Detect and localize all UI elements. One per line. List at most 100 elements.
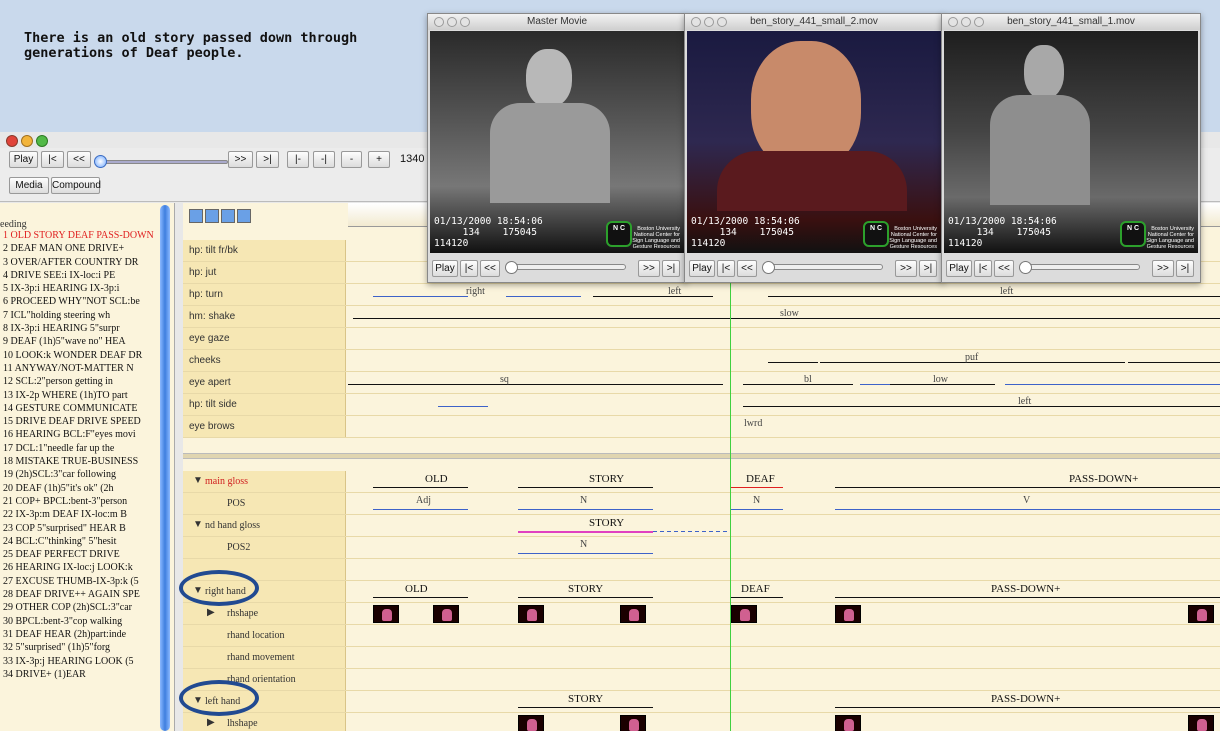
tier-divider[interactable]: [183, 453, 1220, 459]
handshape-image[interactable]: [518, 715, 544, 731]
utterance-item[interactable]: 6 PROCEED WHY"NOT SCL:be: [0, 295, 162, 308]
utterance-item[interactable]: 9 DEAF (1h)5"wave no" HEA: [0, 335, 162, 348]
handshape-image[interactable]: [835, 605, 861, 623]
handshape-image[interactable]: [373, 605, 399, 623]
utterance-item[interactable]: 15 DRIVE DEAF DRIVE SPEED: [0, 415, 162, 428]
close-icon[interactable]: [948, 17, 958, 27]
step-forward-button[interactable]: >>: [228, 151, 253, 168]
list-scrollbar[interactable]: [160, 205, 170, 731]
video-frame[interactable]: 01/13/2000 18:54:06 134 175045 114120 N …: [430, 31, 684, 253]
movie-window-small-1[interactable]: ben_story_441_small_1.mov 01/13/2000 18:…: [941, 13, 1201, 283]
segment-end-button[interactable]: -|: [313, 151, 335, 168]
video-frame[interactable]: 01/13/2000 18:54:06 134 175045 114120 N …: [687, 31, 941, 253]
tab-media[interactable]: Media: [9, 177, 49, 194]
annotation-span[interactable]: [743, 406, 1220, 407]
utterance-item[interactable]: 5 IX-3p:i HEARING IX-3p:i: [0, 282, 162, 295]
pos-span[interactable]: [731, 509, 783, 510]
pos-span[interactable]: [518, 553, 653, 554]
gloss-span[interactable]: [518, 487, 653, 488]
tier-lhshape[interactable]: lhshape ▶: [183, 713, 1220, 731]
go-to-end-button[interactable]: >|: [1176, 260, 1194, 277]
go-to-end-button[interactable]: >|: [919, 260, 937, 277]
annotation-span[interactable]: [768, 362, 818, 363]
decrement-button[interactable]: -: [341, 151, 362, 168]
tier-pos2[interactable]: POS2 N: [183, 537, 1220, 559]
annotation-span[interactable]: [860, 384, 890, 385]
gloss-span[interactable]: [518, 531, 653, 533]
utterance-item[interactable]: 4 DRIVE SEE:i IX-loc:i PE: [0, 269, 162, 282]
utterance-item[interactable]: 23 COP 5"surprised" HEAR B: [0, 522, 162, 535]
utterance-item[interactable]: 28 DEAF DRIVE++ AGAIN SPE: [0, 588, 162, 601]
tier-cheeks[interactable]: cheeks puf: [183, 350, 1220, 372]
person-icon[interactable]: [189, 209, 203, 223]
handshape-image[interactable]: [620, 605, 646, 623]
tier-rhshape[interactable]: rhshape ▶: [183, 603, 1220, 625]
utterance-item[interactable]: 2 DEAF MAN ONE DRIVE+: [0, 242, 162, 255]
increment-button[interactable]: +: [368, 151, 390, 168]
utterance-item[interactable]: 16 HEARING BCL:F"eyes movi: [0, 428, 162, 441]
play-button[interactable]: Play: [432, 260, 458, 277]
tab-compound[interactable]: Compound: [51, 177, 101, 194]
utterance-item[interactable]: 33 IX-3p:j HEARING LOOK (5: [0, 655, 162, 668]
play-button[interactable]: Play: [946, 260, 972, 277]
pos-span[interactable]: [518, 509, 653, 510]
handshape-image[interactable]: [518, 605, 544, 623]
step-back-button[interactable]: <<: [480, 260, 500, 277]
gloss-span[interactable]: [518, 597, 653, 598]
step-back-button[interactable]: <<: [67, 151, 91, 168]
gloss-span[interactable]: [731, 597, 783, 598]
slider-knob[interactable]: [94, 155, 107, 168]
go-to-end-button[interactable]: >|: [662, 260, 680, 277]
zoom-icon[interactable]: [460, 17, 470, 27]
utterance-item[interactable]: 18 MISTAKE TRUE-BUSINESS: [0, 455, 162, 468]
media-slider[interactable]: [92, 152, 228, 170]
video-frame[interactable]: 01/13/2000 18:54:06 134 175045 114120 N …: [944, 31, 1198, 253]
gloss-span[interactable]: [518, 707, 653, 708]
handshape-image[interactable]: [1188, 605, 1214, 623]
pos-span[interactable]: [835, 509, 1220, 510]
utterance-item[interactable]: 13 IX-2p WHERE (1h)TO part: [0, 389, 162, 402]
annotation-span[interactable]: [348, 384, 723, 385]
annotation-span[interactable]: [743, 384, 853, 385]
utterance-item[interactable]: 3 OVER/AFTER COUNTRY DR: [0, 256, 162, 269]
utterance-item[interactable]: 25 DEAF PERFECT DRIVE: [0, 548, 162, 561]
edit-icon[interactable]: [221, 209, 235, 223]
utterance-item[interactable]: 26 HEARING IX-loc:j LOOK:k: [0, 561, 162, 574]
tier-main-gloss[interactable]: main gloss ▼ OLD STORY DEAF PASS-DOWN+: [183, 471, 1220, 493]
expand-icon[interactable]: ▼: [193, 475, 203, 486]
utterance-item[interactable]: 34 DRIVE+ (1)EAR: [0, 668, 162, 681]
annotation-span[interactable]: [1005, 384, 1220, 385]
annotation-span[interactable]: [506, 296, 581, 297]
annotation-span[interactable]: [1128, 362, 1220, 363]
gloss-span[interactable]: [731, 487, 783, 488]
step-forward-button[interactable]: >>: [1152, 260, 1174, 277]
utterance-item[interactable]: 29 OTHER COP (2h)SCL:3"car: [0, 601, 162, 614]
annotation-span[interactable]: [593, 296, 713, 297]
movie-slider[interactable]: [765, 264, 883, 270]
movie-slider-knob[interactable]: [505, 261, 518, 274]
movie-slider[interactable]: [1022, 264, 1140, 270]
utterance-item[interactable]: 19 (2h)SCL:3"car following: [0, 468, 162, 481]
tier-eye-gaze[interactable]: eye gaze: [183, 328, 1220, 350]
step-forward-button[interactable]: >>: [638, 260, 660, 277]
close-icon[interactable]: [434, 17, 444, 27]
annotation-span[interactable]: [808, 296, 1220, 297]
minimize-icon[interactable]: [447, 17, 457, 27]
master-movie-window[interactable]: Master Movie 01/13/2000 18:54:06 134 175…: [427, 13, 687, 283]
utterance-item[interactable]: 10 LOOK:k WONDER DEAF DR: [0, 349, 162, 362]
tier-left-hand[interactable]: left hand ▼ STORY PASS-DOWN+: [183, 691, 1220, 713]
utterance-item[interactable]: 21 COP+ BPCL:bent-3"person: [0, 495, 162, 508]
step-back-button[interactable]: <<: [737, 260, 757, 277]
movie-slider-knob[interactable]: [1019, 261, 1032, 274]
zoom-icon[interactable]: [974, 17, 984, 27]
go-to-start-button[interactable]: |<: [974, 260, 992, 277]
tier-eye-brows[interactable]: eye brows lwrd: [183, 416, 1220, 438]
tier-nd-hand-gloss[interactable]: nd hand gloss ▼ STORY: [183, 515, 1220, 537]
annotation-span[interactable]: [768, 296, 808, 297]
zoom-icon[interactable]: [36, 135, 48, 147]
movie-window-small-2[interactable]: ben_story_441_small_2.mov 01/13/2000 18:…: [684, 13, 944, 283]
handshape-image[interactable]: [620, 715, 646, 731]
tier-eye-apert[interactable]: eye apert sq bl low: [183, 372, 1220, 394]
expand-icon[interactable]: ▼: [193, 519, 203, 530]
hold-span[interactable]: [653, 531, 730, 532]
